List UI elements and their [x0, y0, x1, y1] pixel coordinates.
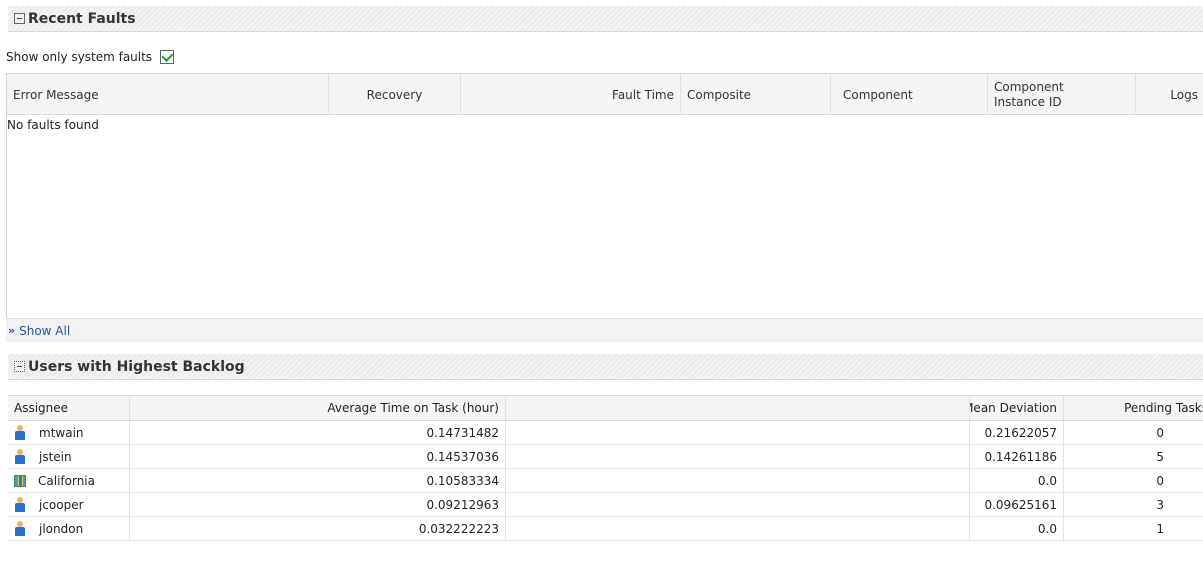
- col-error-message[interactable]: Error Message: [7, 74, 329, 115]
- collapse-icon[interactable]: [14, 361, 25, 372]
- backlog-header: Users with Highest Backlog: [8, 354, 1203, 380]
- col-pending-tasks[interactable]: Pending Tasks: [1064, 396, 1203, 420]
- average-time-cell: 0.09212963: [130, 493, 506, 516]
- user-icon: [15, 497, 25, 512]
- table-row[interactable]: mtwain 0.14731482 0.21622057 0: [8, 421, 1203, 445]
- spacer-cell: [506, 445, 970, 468]
- collapse-icon[interactable]: [14, 13, 25, 24]
- pending-tasks-cell: 0: [1156, 473, 1164, 488]
- spacer-cell: [506, 517, 970, 540]
- recent-faults-header: Recent Faults: [8, 6, 1203, 32]
- pending-tasks-cell: 3: [1156, 497, 1164, 512]
- backlog-title: Users with Highest Backlog: [28, 358, 245, 375]
- double-chevron-right-icon[interactable]: »: [8, 324, 15, 337]
- col-component-instance-id[interactable]: Component Instance ID: [988, 74, 1136, 115]
- col-average-time[interactable]: Average Time on Task (hour): [130, 396, 506, 420]
- mean-deviation-cell: 0.14261186: [970, 445, 1064, 468]
- backlog-table-header: Assignee Average Time on Task (hour) Mea…: [8, 395, 1203, 421]
- average-time-cell: 0.14731482: [130, 421, 506, 444]
- system-faults-checkbox[interactable]: [160, 50, 175, 64]
- recent-faults-title: Recent Faults: [28, 10, 136, 27]
- user-icon: [15, 521, 25, 536]
- backlog-table: Assignee Average Time on Task (hour) Mea…: [8, 395, 1203, 541]
- col-fault-time[interactable]: Fault Time: [461, 74, 681, 115]
- user-icon: [15, 425, 25, 440]
- table-row[interactable]: jcooper 0.09212963 0.09625161 3: [8, 493, 1203, 517]
- spacer-cell: [506, 493, 970, 516]
- assignee-cell: jlondon: [8, 517, 130, 540]
- table-row[interactable]: jlondon 0.032222223 0.0 1: [8, 517, 1203, 541]
- mean-deviation-cell: 0.0: [970, 517, 1064, 540]
- table-row[interactable]: jstein 0.14537036 0.14261186 5: [8, 445, 1203, 469]
- col-recovery[interactable]: Recovery: [329, 74, 461, 115]
- assignee-cell: mtwain: [8, 421, 130, 444]
- user-icon: [15, 449, 25, 464]
- col-spacer: [506, 396, 970, 420]
- average-time-cell: 0.14537036: [130, 445, 506, 468]
- assignee-cell: California: [8, 469, 130, 492]
- col-component[interactable]: Component: [831, 74, 988, 115]
- average-time-cell: 0.032222223: [130, 517, 506, 540]
- pending-tasks-cell: 0: [1156, 425, 1164, 440]
- no-faults-message: No faults found: [7, 118, 99, 132]
- faults-table-header: Error Message Recovery Fault Time Compos…: [7, 73, 1203, 115]
- assignee-cell: jcooper: [8, 493, 130, 516]
- spacer-cell: [506, 421, 970, 444]
- col-mean-deviation[interactable]: Mean Deviation: [970, 396, 1064, 420]
- pending-tasks-cell: 1: [1156, 521, 1164, 536]
- mean-deviation-cell: 0.09625161: [970, 493, 1064, 516]
- group-icon: [14, 474, 26, 487]
- spacer-cell: [506, 469, 970, 492]
- table-row[interactable]: California 0.10583334 0.0 0: [8, 469, 1203, 493]
- assignee-cell: jstein: [8, 445, 130, 468]
- col-assignee[interactable]: Assignee: [8, 396, 130, 420]
- system-faults-filter: Show only system faults: [6, 44, 175, 70]
- mean-deviation-cell: 0.0: [970, 469, 1064, 492]
- recent-faults-table: Error Message Recovery Fault Time Compos…: [6, 73, 1203, 318]
- col-logs[interactable]: Logs: [1136, 74, 1203, 115]
- show-all-link[interactable]: Show All: [19, 324, 70, 338]
- average-time-cell: 0.10583334: [130, 469, 506, 492]
- mean-deviation-cell: 0.21622057: [970, 421, 1064, 444]
- pending-tasks-cell: 5: [1156, 449, 1164, 464]
- backlog-rows: mtwain 0.14731482 0.21622057 0 jstein 0.14537…: [8, 421, 1203, 541]
- system-faults-label: Show only system faults: [6, 50, 153, 64]
- faults-footer: » Show All: [6, 318, 1203, 342]
- col-composite[interactable]: Composite: [681, 74, 831, 115]
